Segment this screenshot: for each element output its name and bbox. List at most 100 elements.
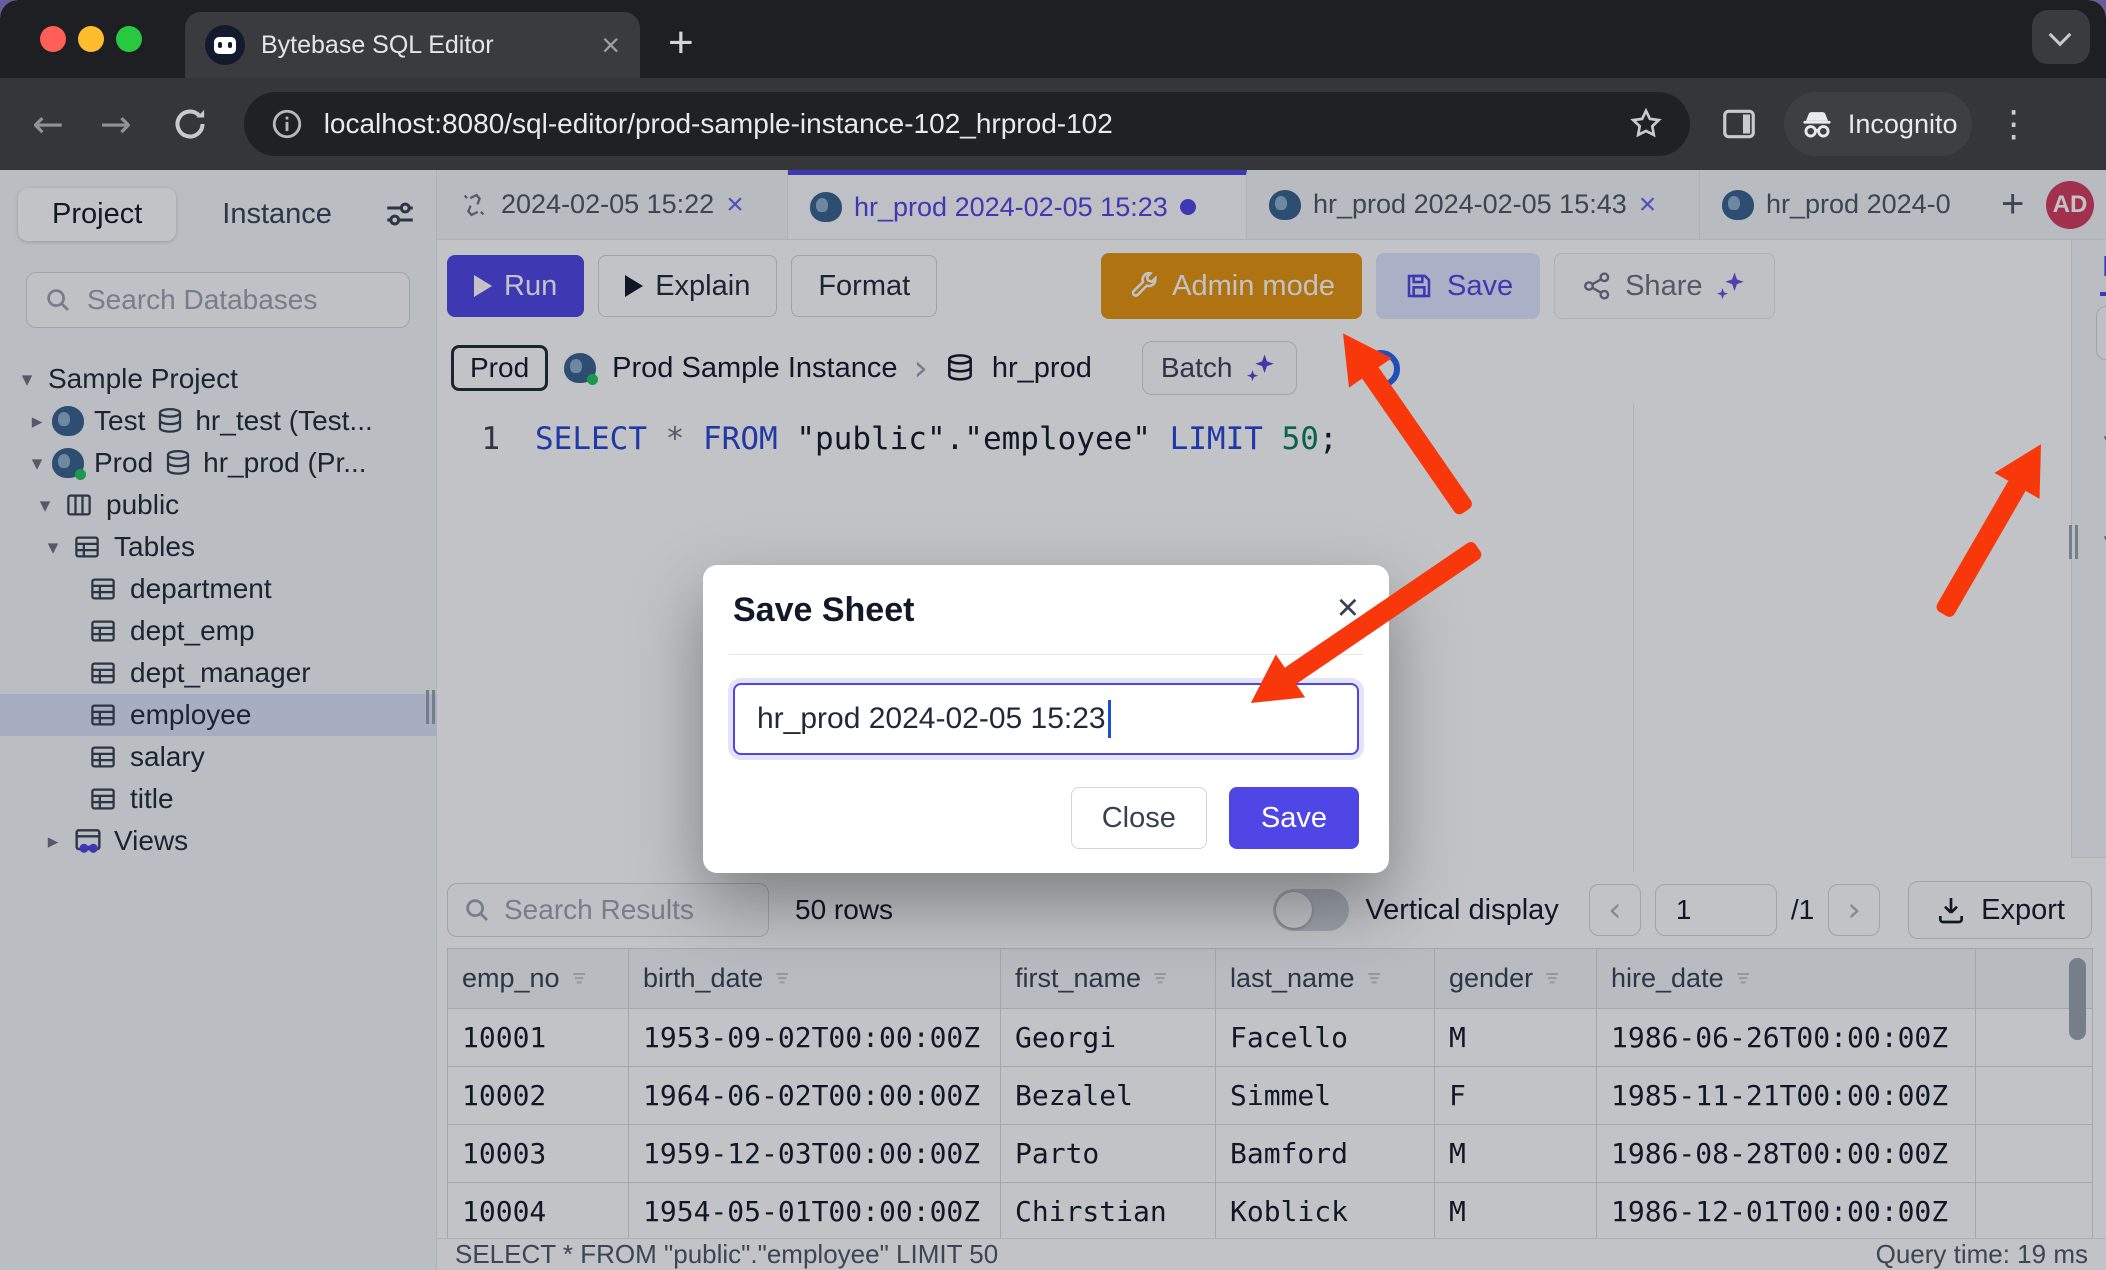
browser-tab[interactable]: Bytebase SQL Editor × [185,12,640,78]
user-avatar[interactable]: AD [2046,181,2094,229]
tree-item-views-group[interactable]: ▸Views [0,820,437,862]
tab-mine[interactable]: Mine [2100,243,2106,296]
tree-item-database[interactable]: ▸Testhr_test (Test... [0,400,437,442]
table-icon [88,700,118,730]
page-number-input[interactable]: 1 [1655,884,1777,936]
next-page-button[interactable]: › [1828,884,1880,936]
tree-item-table[interactable]: dept_emp [0,610,437,652]
tab-instance[interactable]: Instance [222,198,332,231]
search-results-input[interactable]: Search Results [447,883,769,937]
search-sheets-input[interactable]: Search Sheets [2096,306,2106,360]
sidebar-resize-handle[interactable] [425,690,437,724]
save-button[interactable]: Save [1376,253,1540,319]
save-confirm-button[interactable]: Save [1229,787,1359,849]
column-header[interactable]: hire_date [1597,949,1976,1009]
results-table-container[interactable]: emp_no birth_date first_name last_name g… [447,948,2093,1238]
tree-item-table[interactable]: dept_manager [0,652,437,694]
batch-button[interactable]: Batch [1142,341,1298,395]
database-name[interactable]: hr_prod [992,352,1092,385]
format-button[interactable]: Format [791,255,937,317]
export-button[interactable]: Export [1908,881,2092,939]
tree-item-project[interactable]: ▾Sample Project [0,358,437,400]
sort-icon[interactable] [1734,969,1754,989]
table-row[interactable]: 100011953-09-02T00:00:00ZGeorgiFacelloM1… [448,1009,2093,1067]
column-header[interactable]: emp_no [448,949,629,1009]
results-table: emp_no birth_date first_name last_name g… [447,948,2093,1238]
tree-item-table-selected[interactable]: employee [0,694,437,736]
postgres-icon [810,192,842,222]
window-minimize-button[interactable] [78,26,104,52]
caret-right-icon[interactable]: ▸ [24,409,50,433]
editor-toolbar: Run Explain Format Admin mode Save Share [437,240,2106,332]
sort-icon[interactable] [1543,969,1563,989]
site-info-icon[interactable] [270,107,304,141]
vertical-display-toggle[interactable] [1273,889,1349,931]
tree-item-table[interactable]: title [0,778,437,820]
tree-item-tables-group[interactable]: ▾Tables [0,526,437,568]
caret-down-icon[interactable]: ▾ [14,367,40,391]
sheet-group[interactable]: ▾Sample Project [2096,515,2106,565]
tab-close-icon[interactable]: × [726,188,744,222]
table-scrollbar[interactable] [2069,958,2086,1040]
tree-item-schema[interactable]: ▾public [0,484,437,526]
caret-down-icon[interactable]: ▾ [2096,428,2106,452]
run-button[interactable]: Run [447,255,584,317]
drawer-resize-handle[interactable] [2068,525,2080,559]
sheet-tab[interactable]: 2024-02-05 15:22 × [437,170,788,239]
tab-close-icon[interactable]: × [1639,188,1657,222]
tab-close-icon[interactable]: × [601,29,620,61]
tree-item-database[interactable]: ▾Prodhr_prod (Pr... [0,442,437,484]
window-close-button[interactable] [40,26,66,52]
instance-name[interactable]: Prod Sample Instance [612,352,897,385]
sheet-tab-active[interactable]: hr_prod 2024-02-05 15:23 [788,170,1247,239]
browser-menu-icon[interactable]: ⋮ [1996,104,2032,145]
search-databases-placeholder: Search Databases [87,284,317,316]
address-bar[interactable]: localhost:8080/sql-editor/prod-sample-in… [244,92,1690,156]
table-row[interactable]: 100021964-06-02T00:00:00ZBezalelSimmelF1… [448,1067,2093,1125]
sort-icon[interactable] [570,969,590,989]
tab-search-button[interactable] [2032,10,2090,64]
side-panel-icon[interactable] [1720,105,1758,143]
play-icon [625,275,643,297]
admin-mode-button[interactable]: Admin mode [1101,253,1362,319]
tree-item-table[interactable]: department [0,568,437,610]
sort-icon[interactable] [773,969,793,989]
prev-page-button[interactable]: ‹ [1589,884,1641,936]
tab-project[interactable]: Project [18,188,176,241]
status-green-dot [75,469,86,480]
sort-icon[interactable] [1365,969,1385,989]
back-icon[interactable]: ← [32,102,64,146]
postgres-icon [52,448,84,478]
table-row[interactable]: 100041954-05-01T00:00:00ZChirstianKoblic… [448,1183,2093,1239]
caret-right-icon[interactable]: ▸ [40,829,66,853]
reload-icon[interactable] [170,104,210,144]
caret-down-icon[interactable]: ▾ [40,535,66,559]
caret-down-icon[interactable]: ▾ [2096,528,2106,552]
share-button[interactable]: Share [1554,253,1775,319]
search-databases-input[interactable]: Search Databases [26,272,410,328]
window-zoom-button[interactable] [116,26,142,52]
sheet-tab[interactable]: hr_prod 2024-02-05 15:43 × [1247,170,1700,239]
environment-badge: Prod [451,345,548,391]
tree-item-table[interactable]: salary [0,736,437,778]
new-sheet-button[interactable]: + [2001,182,2024,227]
line-number: 1 [437,416,500,462]
column-header[interactable]: last_name [1216,949,1435,1009]
new-tab-button[interactable]: + [668,18,694,68]
sheet-group[interactable]: ▾Unconnected [2096,415,2106,465]
postgres-icon [564,353,596,383]
caret-down-icon[interactable]: ▾ [24,451,50,475]
forward-icon[interactable]: → [100,102,132,146]
column-header[interactable]: birth_date [629,949,1001,1009]
table-icon [72,532,102,562]
filter-sliders-icon[interactable] [382,196,418,232]
explain-button[interactable]: Explain [598,255,777,317]
close-button[interactable]: Close [1071,787,1207,849]
table-row[interactable]: 100031959-12-03T00:00:00ZPartoBamfordM19… [448,1125,2093,1183]
column-header[interactable]: first_name [1001,949,1216,1009]
sort-icon[interactable] [1151,969,1171,989]
sheet-tab[interactable]: hr_prod 2024-0 [1700,170,1987,239]
caret-down-icon[interactable]: ▾ [32,493,58,517]
column-header[interactable]: gender [1435,949,1597,1009]
bookmark-star-icon[interactable] [1628,106,1664,142]
